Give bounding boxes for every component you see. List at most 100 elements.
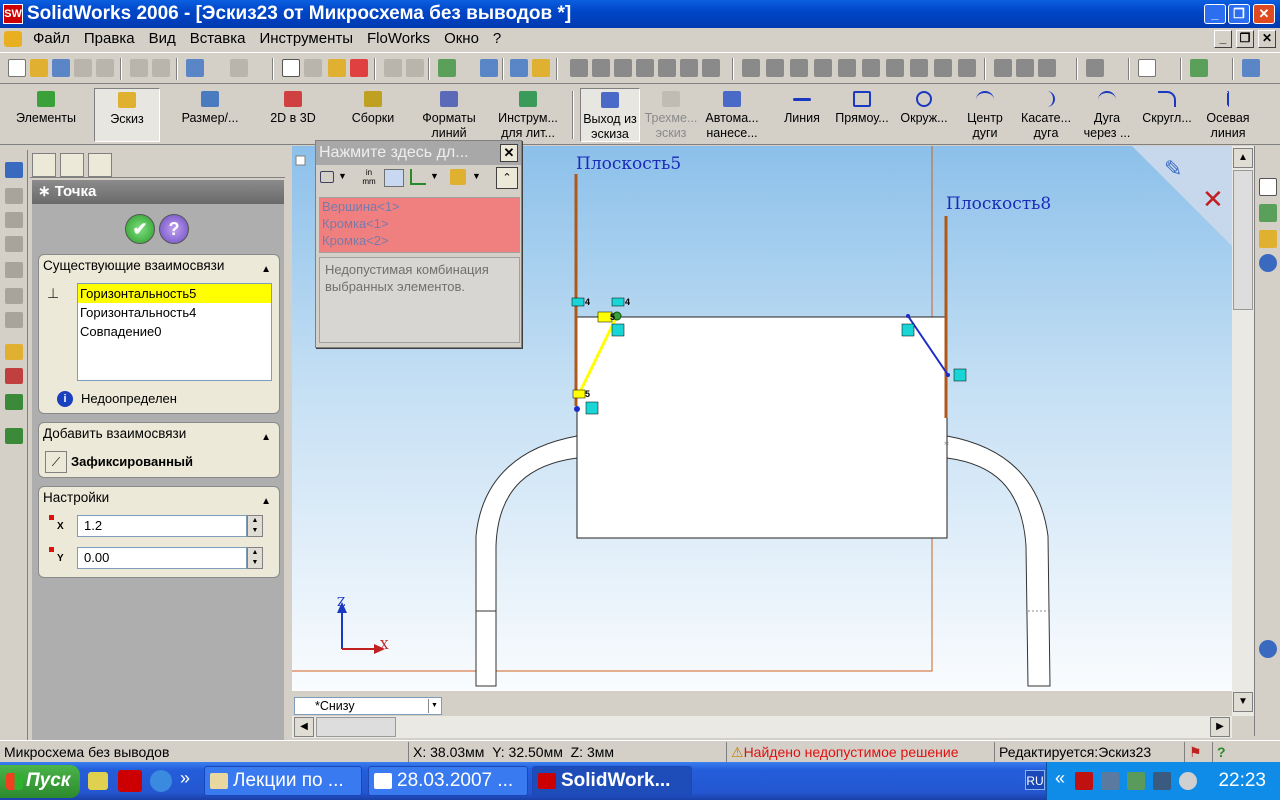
- three-point-arc-button[interactable]: Дуга через ...: [1078, 88, 1136, 142]
- list-item[interactable]: Горизонтальность4: [78, 303, 271, 322]
- taskbar-item-solidworks[interactable]: SolidWork...: [532, 766, 692, 796]
- center-arc-button[interactable]: Центр дуги: [956, 88, 1014, 142]
- view-tool-7-icon[interactable]: [702, 59, 720, 77]
- traffic-light-icon[interactable]: [350, 59, 368, 77]
- view-tool-5-icon[interactable]: [658, 59, 676, 77]
- menu-tools[interactable]: Инструменты: [252, 28, 360, 50]
- view-orientation-select[interactable]: *Снизу ▼: [294, 697, 442, 715]
- edit-sketch-icon[interactable]: [5, 344, 23, 360]
- close-button[interactable]: ✕: [1253, 4, 1275, 24]
- feature-tool-10-icon[interactable]: [958, 59, 976, 77]
- list-item[interactable]: Совпадение0: [78, 322, 271, 341]
- property-manager-tab[interactable]: [60, 153, 84, 177]
- grid-icon[interactable]: [384, 59, 402, 77]
- mold-tools-button[interactable]: Инструм... для лит...: [490, 88, 566, 142]
- feature-tool-1-icon[interactable]: [742, 59, 760, 77]
- list-item[interactable]: Кромка<1>: [320, 215, 519, 232]
- assembly-button[interactable]: Сборки: [336, 88, 410, 142]
- feature-tool-6-icon[interactable]: [862, 59, 880, 77]
- flag-icon[interactable]: [1086, 59, 1104, 77]
- dropdown-icon[interactable]: ▼: [472, 171, 481, 181]
- circle-button[interactable]: Окруж...: [894, 88, 954, 142]
- menu-floworks[interactable]: FloWorks: [360, 28, 437, 50]
- mate-icon[interactable]: [480, 59, 498, 77]
- options-icon[interactable]: [510, 59, 528, 77]
- sketch-button[interactable]: Эскиз: [94, 88, 160, 142]
- collapse-icon[interactable]: ▲: [261, 491, 271, 513]
- list-item[interactable]: Вершина<1>: [320, 198, 519, 215]
- rebuild-status-icon[interactable]: ⚑: [1184, 742, 1208, 762]
- tangent-arc-button[interactable]: Касате... дуга: [1016, 88, 1076, 142]
- feature-tool-2-icon[interactable]: [766, 59, 784, 77]
- x-coordinate-input[interactable]: 1.2: [77, 515, 247, 537]
- scroll-up-button[interactable]: ▲: [1233, 148, 1253, 168]
- add-relations-header[interactable]: Добавить взаимосвязи ▲: [39, 423, 279, 445]
- save-icon[interactable]: [52, 59, 70, 77]
- undo-icon[interactable]: [186, 59, 204, 77]
- make-drawing-icon[interactable]: [74, 59, 92, 77]
- feature-tool-7-icon[interactable]: [886, 59, 904, 77]
- rebuild-icon[interactable]: [328, 59, 346, 77]
- dropdown-icon[interactable]: ▼: [338, 171, 347, 181]
- start-button[interactable]: Пуск: [0, 765, 80, 798]
- view-tool-6-icon[interactable]: [680, 59, 698, 77]
- menu-help[interactable]: ?: [486, 28, 508, 50]
- units-icon[interactable]: in mm: [360, 168, 378, 186]
- redo-icon[interactable]: [230, 59, 248, 77]
- settings-header[interactable]: Настройки ▲: [39, 487, 279, 509]
- solidworks-quicklaunch-icon[interactable]: [118, 770, 142, 792]
- view-cube-icon[interactable]: [5, 162, 23, 178]
- taskbar-item-lectures[interactable]: Лекции по ...: [204, 766, 362, 796]
- sketch-entities-icon[interactable]: [5, 394, 23, 410]
- chevron-down-icon[interactable]: ▼: [428, 699, 440, 713]
- filter-icon[interactable]: [450, 169, 466, 185]
- ok-button[interactable]: ✔: [125, 214, 155, 244]
- open-icon[interactable]: [30, 59, 48, 77]
- y-coordinate-input[interactable]: 0.00: [77, 547, 247, 569]
- expand-pane-icon[interactable]: [1259, 640, 1277, 658]
- repair-sketch-icon[interactable]: [5, 428, 23, 444]
- selected-entities-list[interactable]: Вершина<1> Кромка<1> Кромка<2>: [319, 197, 520, 253]
- fixed-relation-button[interactable]: Зафиксированный: [71, 454, 193, 469]
- ie-quicklaunch-icon[interactable]: [150, 770, 172, 792]
- view-tool-3-icon[interactable]: [614, 59, 632, 77]
- new-sheet-icon[interactable]: [1138, 59, 1156, 77]
- menu-edit[interactable]: Правка: [77, 28, 142, 50]
- menu-view[interactable]: Вид: [142, 28, 183, 50]
- view-tool-f-icon[interactable]: [5, 312, 23, 328]
- scroll-left-button[interactable]: ◀: [294, 717, 314, 737]
- view-tool-4-icon[interactable]: [636, 59, 654, 77]
- line-format-button[interactable]: Форматы линий: [412, 88, 486, 142]
- horizontal-scrollbar[interactable]: ◀ ▶: [292, 716, 1232, 738]
- feature-tool-5-icon[interactable]: [838, 59, 856, 77]
- tray-expand-icon[interactable]: «: [1055, 768, 1065, 789]
- make-assembly-icon[interactable]: [96, 59, 114, 77]
- view-tool-1-icon[interactable]: [570, 59, 588, 77]
- component-icon[interactable]: [438, 59, 456, 77]
- antivirus-icon[interactable]: [1075, 772, 1093, 790]
- feature-tool-8-icon[interactable]: [910, 59, 928, 77]
- feature-tool-4-icon[interactable]: [814, 59, 832, 77]
- help-button[interactable]: ?: [159, 214, 189, 244]
- features-button[interactable]: Элементы: [6, 88, 86, 142]
- view-tool-b-icon[interactable]: [5, 212, 23, 228]
- rectangle-button[interactable]: Прямоу...: [832, 88, 892, 142]
- sheet-tool-2-icon[interactable]: [1016, 59, 1034, 77]
- glasses-icon[interactable]: [320, 171, 334, 183]
- view-tool-d-icon[interactable]: [5, 262, 23, 278]
- auto-dimension-button[interactable]: Автома... нанесе...: [702, 88, 762, 142]
- y-spinner[interactable]: ▲ ▼: [247, 547, 263, 569]
- menu-window[interactable]: Окно: [437, 28, 486, 50]
- feature-manager-tab[interactable]: [32, 153, 56, 177]
- axis-icon[interactable]: [410, 169, 426, 185]
- new-icon[interactable]: [8, 59, 26, 77]
- minimize-button[interactable]: _: [1204, 4, 1226, 24]
- scroll-thumb[interactable]: [316, 717, 396, 737]
- network-icon[interactable]: [1101, 772, 1119, 790]
- existing-relations-header[interactable]: Существующие взаимосвязи ▲: [39, 255, 279, 277]
- centerline-button[interactable]: Осевая линия: [1200, 88, 1256, 142]
- 3d-sketch-button[interactable]: Трехме... эскиз: [642, 88, 700, 142]
- document-icon[interactable]: [4, 31, 22, 47]
- tools-icon[interactable]: [1242, 59, 1260, 77]
- collapse-pane-icon[interactable]: [1259, 254, 1277, 272]
